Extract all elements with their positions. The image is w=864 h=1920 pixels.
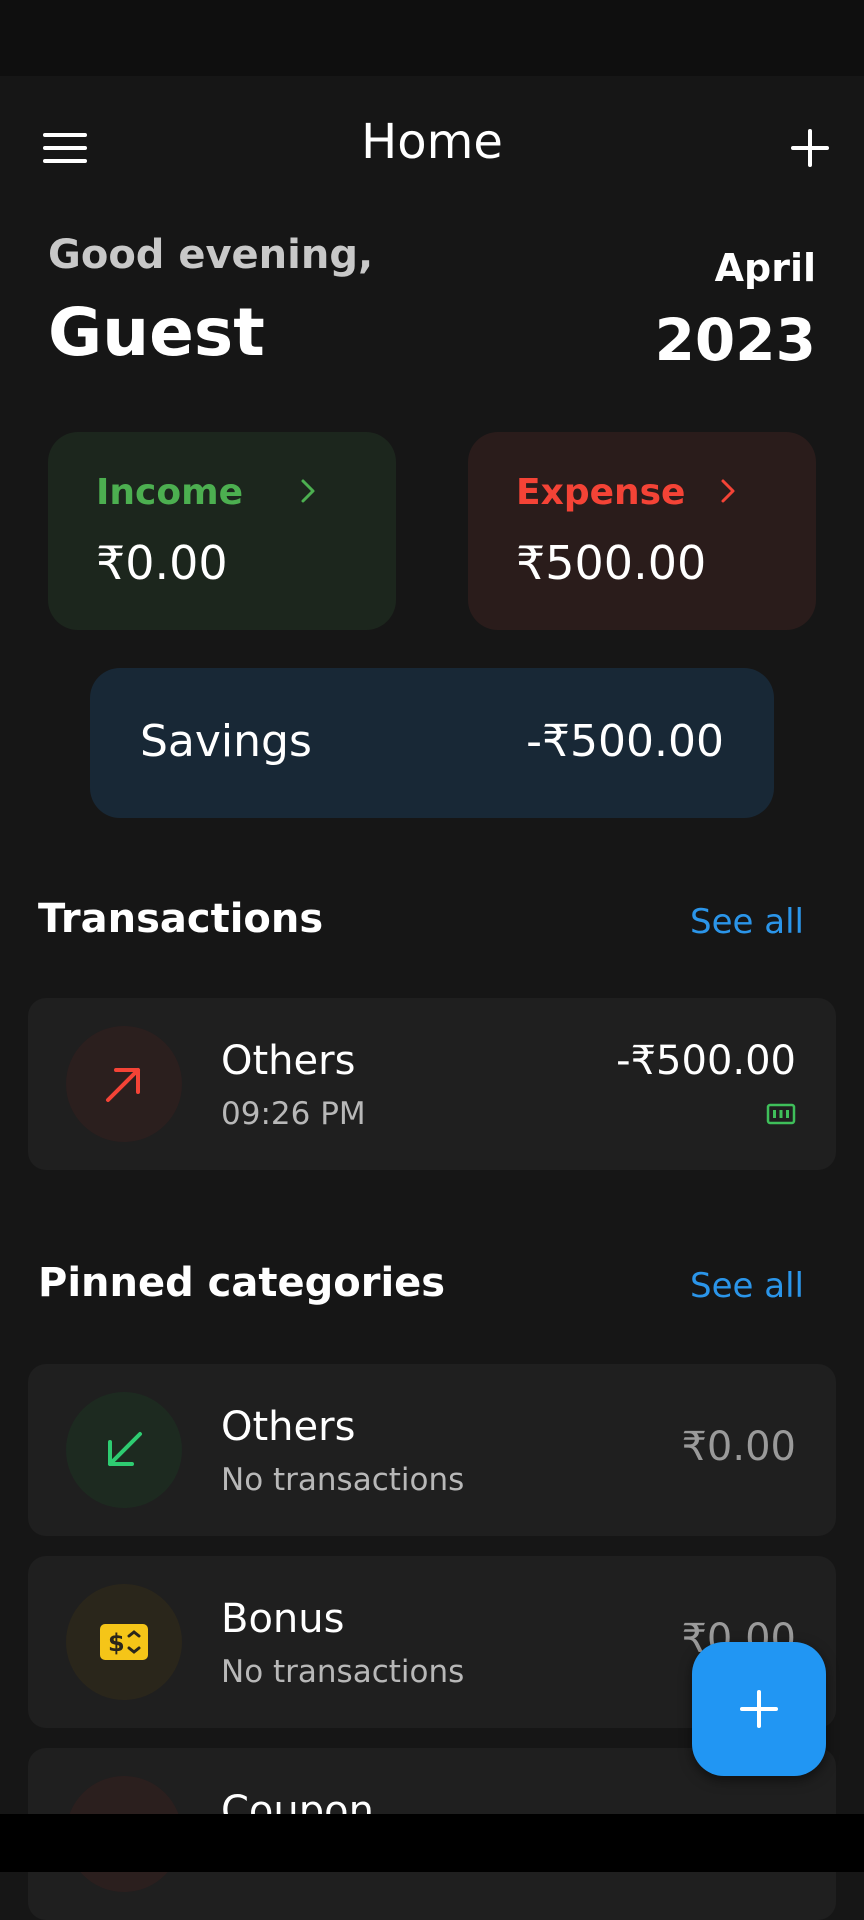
user-name: Guest: [48, 294, 265, 371]
pinned-title: Pinned categories: [38, 1260, 446, 1306]
category-icon-circle: [66, 1392, 182, 1508]
page-title: Home: [361, 114, 503, 170]
pinned-category-row[interactable]: Others No transactions ₹0.00: [28, 1364, 836, 1536]
arrow-up-right-icon: [106, 1068, 140, 1102]
greeting-text: Good evening,: [48, 232, 374, 278]
plus-icon: [791, 129, 829, 167]
chevron-right-icon: [301, 479, 315, 503]
arrow-down-left-icon: [108, 1432, 142, 1466]
period-year[interactable]: 2023: [655, 306, 816, 374]
transactions-see-all-link[interactable]: See all: [690, 902, 804, 942]
cash-icon: [766, 1103, 796, 1125]
expense-value: ₹500.00: [516, 536, 707, 590]
income-value: ₹0.00: [96, 536, 228, 590]
add-button[interactable]: [778, 116, 842, 180]
savings-card[interactable]: Savings -₹500.00: [90, 668, 774, 818]
add-transaction-fab[interactable]: [692, 1642, 826, 1776]
savings-value: -₹500.00: [526, 716, 724, 767]
category-subtitle: No transactions: [221, 1462, 465, 1498]
svg-text:$: $: [108, 1629, 125, 1657]
transactions-title: Transactions: [38, 896, 324, 942]
transaction-icon-circle: [66, 1026, 182, 1142]
money-icon: $: [100, 1624, 148, 1660]
transaction-amount: -₹500.00: [616, 1038, 796, 1084]
category-amount: ₹0.00: [681, 1424, 796, 1470]
status-bar: [0, 0, 864, 76]
expense-card[interactable]: Expense ₹500.00: [468, 432, 816, 630]
plus-icon: [740, 1690, 778, 1728]
category-title: Others: [221, 1404, 356, 1450]
savings-label: Savings: [140, 716, 312, 767]
transaction-row[interactable]: Others 09:26 PM -₹500.00: [28, 998, 836, 1170]
category-subtitle: No transactions: [221, 1654, 465, 1690]
category-icon-circle: $: [66, 1584, 182, 1700]
system-navigation-bar: [0, 1814, 864, 1872]
category-title: Bonus: [221, 1596, 345, 1642]
transaction-time: 09:26 PM: [221, 1096, 366, 1132]
pinned-see-all-link[interactable]: See all: [690, 1266, 804, 1306]
chevron-right-icon: [721, 479, 735, 503]
income-card[interactable]: Income ₹0.00: [48, 432, 396, 630]
expense-label: Expense: [516, 472, 686, 513]
period-month[interactable]: April: [715, 246, 816, 290]
income-label: Income: [96, 472, 244, 513]
transaction-title: Others: [221, 1038, 356, 1084]
app-bar: Home: [0, 76, 864, 212]
